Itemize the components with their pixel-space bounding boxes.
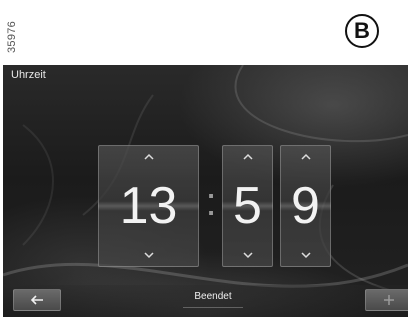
chevron-down-icon[interactable] <box>281 248 330 262</box>
chevron-down-icon[interactable] <box>99 248 198 262</box>
back-button[interactable] <box>13 289 61 311</box>
document-reference-number: 35976 <box>6 20 18 53</box>
hours-spinner: 13 <box>98 145 199 267</box>
chevron-down-icon[interactable] <box>223 248 272 262</box>
add-button[interactable] <box>365 289 408 311</box>
screen-title: Uhrzeit <box>11 69 46 81</box>
figure-badge: B <box>345 14 379 48</box>
minutes-tens-value: 5 <box>233 177 262 235</box>
minutes-ones-spinner: 9 <box>280 145 331 267</box>
done-button[interactable]: Beendet <box>183 287 243 308</box>
time-settings-screen: Uhrzeit 13 : 5 9 Beendet <box>3 65 408 317</box>
minutes-ones-value: 9 <box>291 177 320 235</box>
time-separator: : <box>205 180 217 224</box>
chevron-up-icon[interactable] <box>223 150 272 164</box>
chevron-up-icon[interactable] <box>281 150 330 164</box>
left-arrow-icon <box>30 295 43 305</box>
hours-value: 13 <box>119 177 178 235</box>
minutes-tens-spinner: 5 <box>222 145 273 267</box>
plus-icon <box>384 295 394 305</box>
chevron-up-icon[interactable] <box>99 150 198 164</box>
